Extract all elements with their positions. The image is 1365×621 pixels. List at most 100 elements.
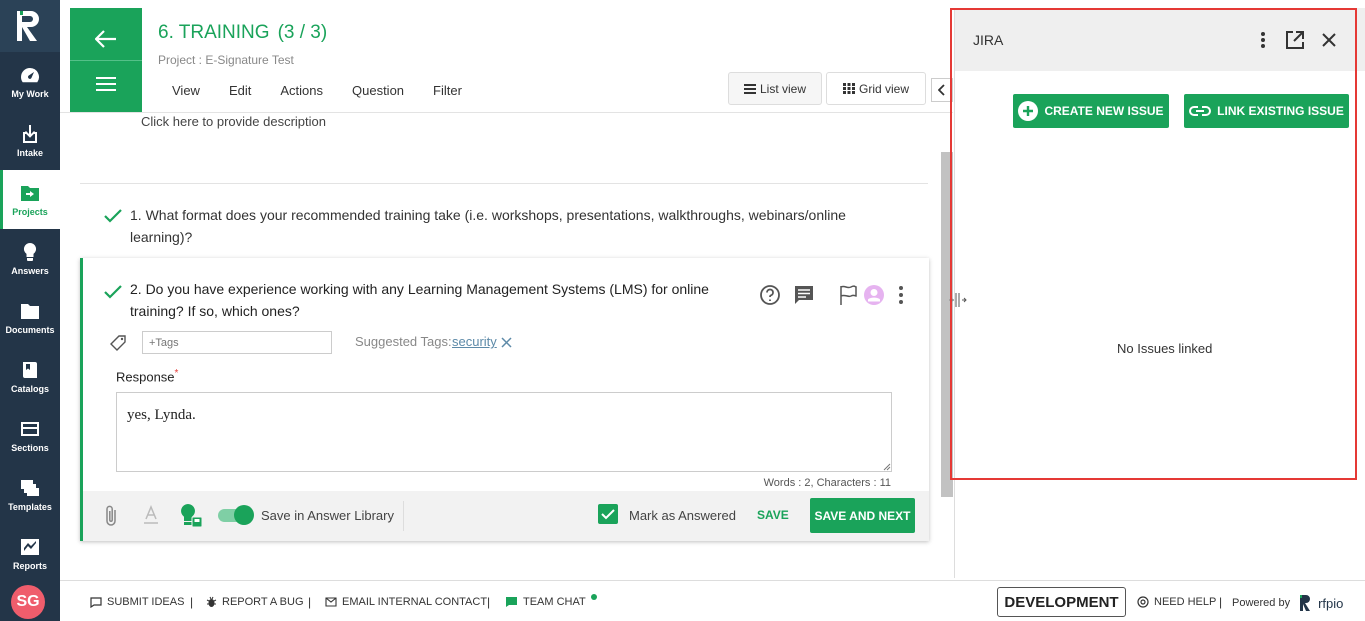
link-icon [1189, 106, 1212, 116]
question-1-text[interactable]: 1. What format does your recommended tra… [130, 204, 890, 248]
sidebar-item-label: Intake [16, 147, 43, 158]
powered-by-label: Powered by [1232, 597, 1291, 609]
jira-panel: JIRA CREATE NEW ISSUE LINK EXISTING ISSU… [954, 8, 1365, 578]
grid-view-button[interactable]: Grid view [826, 72, 926, 105]
brand-name: rfpio [1318, 595, 1344, 611]
sidebar-item-catalogs[interactable]: Catalogs [0, 347, 60, 406]
open-external-icon[interactable] [1285, 30, 1305, 50]
list-view-button[interactable]: List view [728, 72, 822, 105]
folder-arrow-icon [21, 185, 39, 201]
environment-badge: DEVELOPMENT [997, 587, 1126, 617]
back-arrow-icon[interactable] [95, 30, 117, 48]
create-issue-label: CREATE NEW ISSUE [1044, 104, 1164, 118]
grid-icon [842, 83, 855, 94]
list-view-label: List view [759, 81, 806, 96]
tag-icon [110, 335, 126, 351]
response-textarea[interactable]: yes, Lynda. [116, 392, 892, 472]
sidebar-item-reports[interactable]: Reports [0, 524, 60, 583]
rfpio-mark-icon [1300, 595, 1311, 611]
flag-icon[interactable] [837, 284, 859, 306]
menu-view[interactable]: View [172, 83, 200, 98]
menu-actions[interactable]: Actions [280, 83, 323, 98]
description-prompt[interactable]: Click here to provide description [141, 114, 326, 129]
team-chat-link[interactable]: TEAM CHAT [505, 594, 597, 608]
sidebar-item-templates[interactable]: Templates [0, 465, 60, 524]
mark-answered-label: Mark as Answered [629, 508, 736, 523]
card-footer: Save in Answer Library Mark as Answered … [83, 491, 929, 541]
footer: SUBMIT IDEAS | REPORT A BUG | EMAIL INTE… [60, 580, 1365, 621]
word-count: Words : 2, Characters : 11 [763, 477, 891, 489]
suggested-tag-security[interactable]: security [452, 334, 497, 349]
close-icon[interactable] [1321, 32, 1337, 48]
sidebar-item-projects[interactable]: Projects [0, 170, 60, 229]
report-bug-link[interactable]: REPORT A BUG [206, 596, 304, 608]
more-vertical-icon[interactable] [1259, 31, 1267, 49]
text-format-icon[interactable] [143, 505, 159, 525]
rfpio-logo-icon [17, 11, 39, 41]
menu-edit[interactable]: Edit [229, 83, 251, 98]
email-contact-link[interactable]: EMAIL INTERNAL CONTACT [325, 596, 487, 608]
sidebar-item-label: Templates [8, 501, 52, 512]
resize-split-icon[interactable] [949, 292, 967, 308]
save-library-label: Save in Answer Library [261, 508, 394, 523]
assignee-avatar-icon[interactable] [863, 284, 885, 306]
tags-input[interactable] [142, 331, 332, 354]
bug-icon [206, 596, 217, 607]
toggle-knob [234, 505, 254, 525]
chevron-left-icon [938, 84, 945, 96]
divider [70, 60, 142, 61]
rfpio-logo[interactable] [0, 0, 60, 52]
checkmark-icon [601, 508, 615, 519]
response-label-text: Response [116, 369, 175, 385]
create-issue-button[interactable]: CREATE NEW ISSUE [1013, 94, 1169, 128]
save-and-next-button[interactable]: SAVE AND NEXT [810, 498, 915, 533]
sidebar-item-answers[interactable]: Answers [0, 229, 60, 288]
divider [80, 183, 928, 184]
need-help-link[interactable]: NEED HELP [1137, 596, 1216, 608]
header-divider [60, 112, 953, 113]
footer-separator: | [190, 595, 194, 609]
answered-check-icon [104, 285, 122, 299]
more-vertical-icon[interactable] [897, 285, 905, 305]
mail-icon [325, 597, 337, 607]
sidebar-item-label: Projects [12, 206, 48, 217]
scrollbar-thumb[interactable] [941, 152, 953, 497]
top-menu: View Edit Actions Question Filter [172, 83, 491, 98]
sidebar-item-my-work[interactable]: My Work [0, 52, 60, 111]
hamburger-menu-icon[interactable] [95, 76, 117, 92]
collapse-panel-button[interactable] [931, 78, 953, 102]
lightbulb-save-icon[interactable] [178, 502, 204, 528]
remove-tag-icon[interactable] [501, 337, 512, 348]
link-issue-button[interactable]: LINK EXISTING ISSUE [1184, 94, 1349, 128]
footer-separator: | [308, 595, 312, 609]
help-circle-icon[interactable] [759, 284, 781, 306]
chat-icon [506, 597, 517, 607]
mark-answered-checkbox[interactable] [598, 504, 618, 524]
list-icon [743, 83, 756, 94]
menu-question[interactable]: Question [352, 83, 404, 98]
page-title: 6. TRAINING (3 / 3) [158, 22, 327, 44]
save-button[interactable]: SAVE [757, 508, 789, 522]
sidebar-item-intake[interactable]: Intake [0, 111, 60, 170]
submit-ideas-link[interactable]: SUBMIT IDEAS [90, 596, 184, 608]
user-avatar[interactable]: SG [11, 585, 45, 619]
gauge-icon [21, 67, 39, 82]
comment-icon[interactable] [793, 284, 815, 306]
sidebar-item-label: My Work [11, 88, 49, 99]
menu-filter[interactable]: Filter [433, 83, 462, 98]
footer-separator: | [487, 595, 491, 609]
sidebar-item-label: Reports [12, 560, 47, 571]
attachment-icon[interactable] [103, 504, 119, 528]
sidebar-item-sections[interactable]: Sections [0, 406, 60, 465]
resize-handle-icon[interactable] [882, 462, 891, 471]
section-icon [21, 421, 39, 436]
sidebar-item-documents[interactable]: Documents [0, 288, 60, 347]
save-library-toggle[interactable] [218, 505, 254, 525]
no-issues-text: No Issues linked [1117, 341, 1213, 356]
sidebar-item-label: Documents [5, 324, 55, 335]
submit-ideas-label: SUBMIT IDEAS [107, 596, 185, 608]
plus-circle-icon [1018, 101, 1039, 121]
section-title: 6. TRAINING [158, 22, 270, 43]
chart-icon [21, 538, 39, 555]
team-chat-label: TEAM CHAT [523, 596, 586, 608]
